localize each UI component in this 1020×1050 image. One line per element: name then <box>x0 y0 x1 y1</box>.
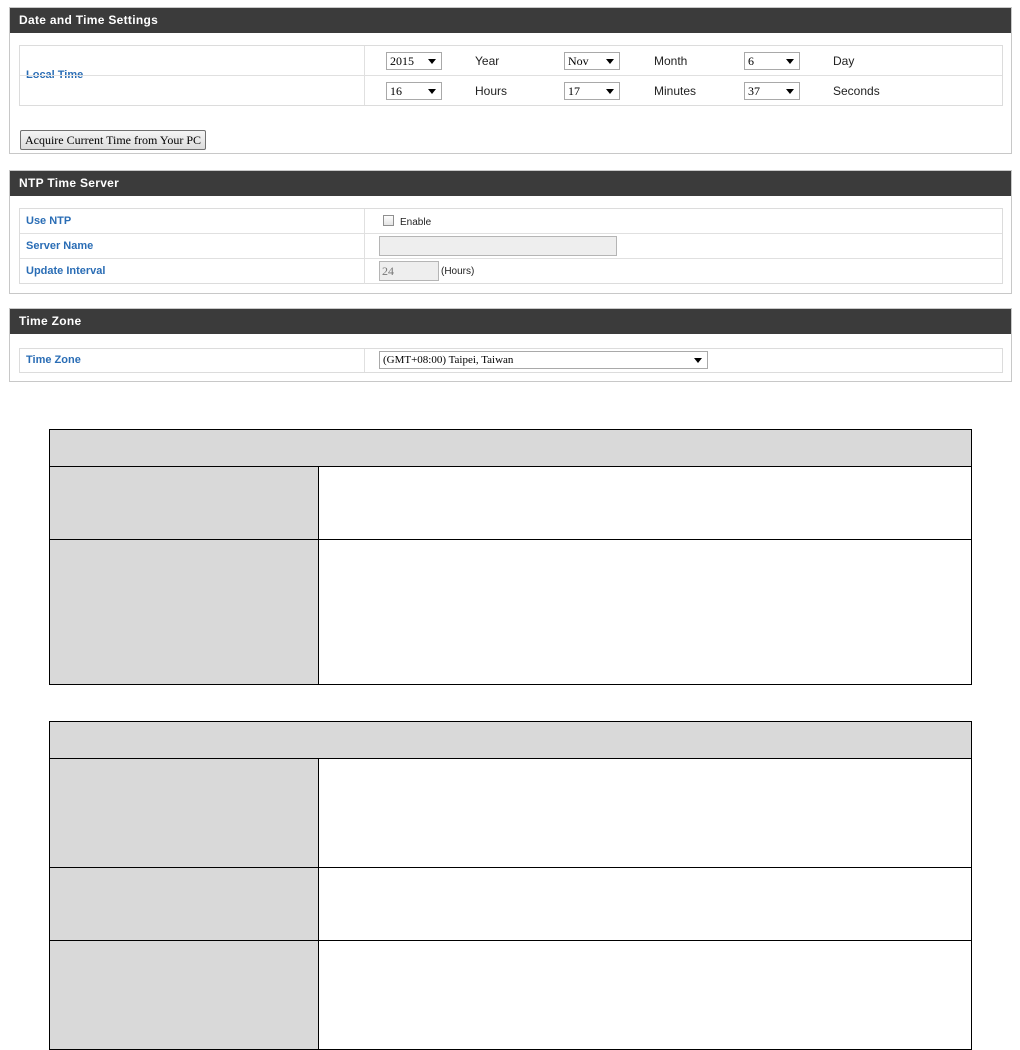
update-interval-unit: (Hours) <box>441 266 475 277</box>
chevron-down-icon <box>428 59 436 64</box>
update-interval-row: Update Interval 24 (Hours) <box>20 259 1002 284</box>
second-value: 37 <box>748 84 760 98</box>
chevron-down-icon <box>694 358 702 363</box>
minute-select[interactable]: 17 <box>564 82 620 100</box>
time-zone-label: Time Zone <box>26 354 81 366</box>
time-row: 16 Hours 17 Minutes 37 Seconds <box>20 76 1002 105</box>
time-zone-panel: Time Zone Time Zone (GMT+08:00) Taipei, … <box>9 308 1012 382</box>
day-value: 6 <box>748 54 754 68</box>
server-name-input[interactable] <box>379 236 617 256</box>
minute-value: 17 <box>568 84 580 98</box>
hour-value: 16 <box>390 84 402 98</box>
date-row: 2015 Year Nov Month 6 Day <box>20 46 1002 76</box>
time-zone-row: Time Zone (GMT+08:00) Taipei, Taiwan <box>20 349 1002 372</box>
ntp-grid: Use NTP Enable Server Name Update Interv… <box>19 208 1003 284</box>
enable-ntp-label: Enable <box>400 217 432 228</box>
update-interval-label: Update Interval <box>26 265 106 277</box>
table-header <box>50 722 971 759</box>
time-zone-value: (GMT+08:00) Taipei, Taiwan <box>383 354 514 366</box>
hour-select[interactable]: 16 <box>386 82 442 100</box>
table-row-label-cell <box>50 467 319 539</box>
use-ntp-label-cell: Use NTP <box>20 209 365 233</box>
use-ntp-row: Use NTP Enable <box>20 209 1002 234</box>
server-name-label: Server Name <box>26 240 94 252</box>
time-zone-grid: Time Zone (GMT+08:00) Taipei, Taiwan <box>19 348 1003 373</box>
chevron-down-icon <box>428 89 436 94</box>
table-row <box>50 759 971 868</box>
chevron-down-icon <box>606 89 614 94</box>
local-time-grid: Local Time 2015 Year Nov Month 6 Day 16 … <box>19 45 1003 106</box>
time-zone-label-cell: Time Zone <box>20 349 365 372</box>
table-row-label-cell <box>50 941 319 1049</box>
month-unit: Month <box>654 54 688 68</box>
server-name-label-cell: Server Name <box>20 234 365 258</box>
table-header <box>50 430 971 467</box>
table-row <box>50 467 971 540</box>
date-time-settings-title: Date and Time Settings <box>10 8 1011 33</box>
ntp-time-server-panel: NTP Time Server Use NTP Enable Server Na… <box>9 170 1012 294</box>
ntp-time-server-title: NTP Time Server <box>10 171 1011 196</box>
description-table-2 <box>49 721 972 1050</box>
year-value: 2015 <box>390 54 414 68</box>
use-ntp-label: Use NTP <box>26 215 72 227</box>
second-select[interactable]: 37 <box>744 82 800 100</box>
acquire-time-button[interactable]: Acquire Current Time from Your PC <box>20 130 206 150</box>
day-select[interactable]: 6 <box>744 52 800 70</box>
table-row <box>50 941 971 1049</box>
time-zone-select[interactable]: (GMT+08:00) Taipei, Taiwan <box>379 351 708 369</box>
table-row-label-cell <box>50 759 319 867</box>
chevron-down-icon <box>786 89 794 94</box>
chevron-down-icon <box>786 59 794 64</box>
server-name-row: Server Name <box>20 234 1002 259</box>
table-row <box>50 868 971 941</box>
time-zone-title: Time Zone <box>10 309 1011 334</box>
table-row <box>50 540 971 684</box>
hour-unit: Hours <box>475 84 508 98</box>
enable-ntp-checkbox[interactable] <box>383 215 394 226</box>
day-unit: Day <box>833 54 855 68</box>
chevron-down-icon <box>606 59 614 64</box>
date-time-settings-panel: Date and Time Settings Local Time 2015 Y… <box>9 7 1012 154</box>
year-unit: Year <box>475 54 500 68</box>
update-interval-label-cell: Update Interval <box>20 259 365 284</box>
month-value: Nov <box>568 54 589 68</box>
update-interval-input[interactable]: 24 <box>379 261 439 281</box>
year-select[interactable]: 2015 <box>386 52 442 70</box>
description-table-1 <box>49 429 972 685</box>
month-select[interactable]: Nov <box>564 52 620 70</box>
minute-unit: Minutes <box>654 84 697 98</box>
table-row-label-cell <box>50 540 319 684</box>
table-row-label-cell <box>50 868 319 940</box>
second-unit: Seconds <box>833 84 880 98</box>
